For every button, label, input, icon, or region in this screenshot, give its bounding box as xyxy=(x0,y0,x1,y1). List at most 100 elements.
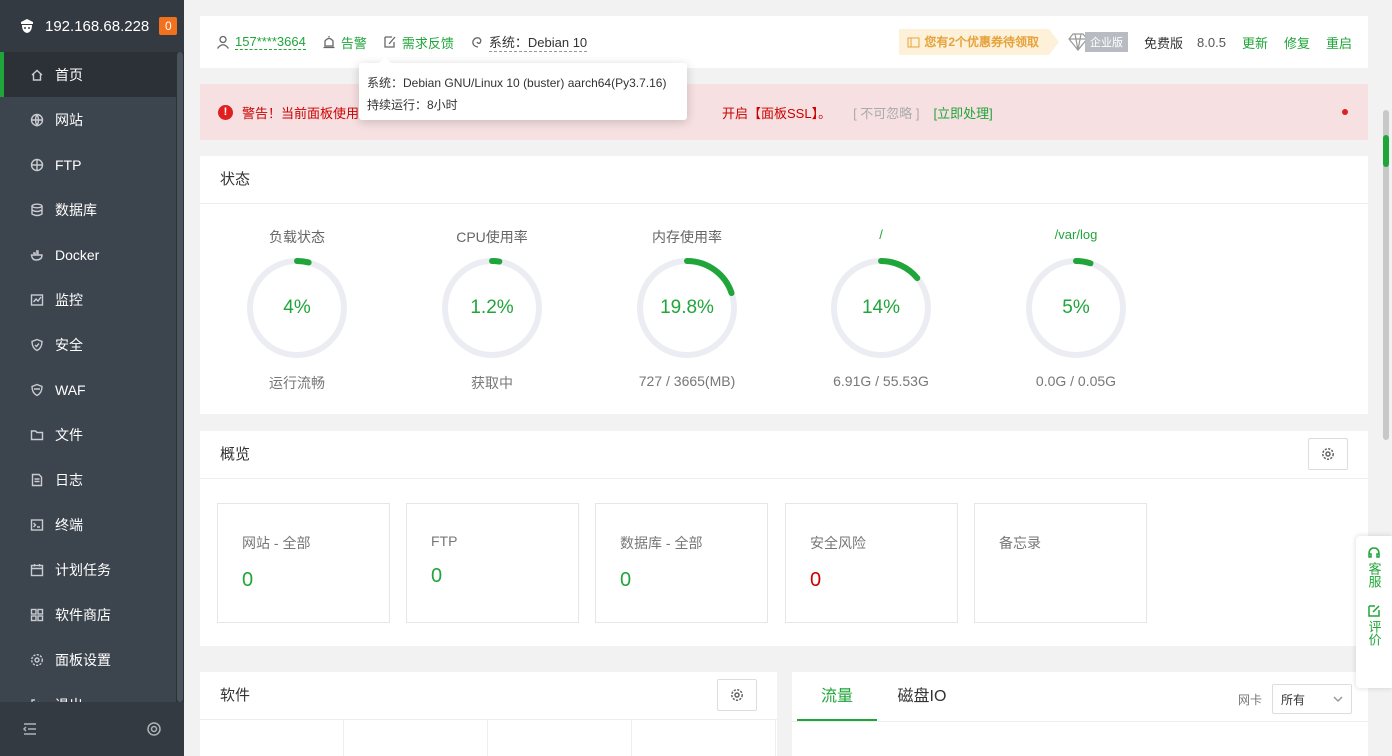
sidebar-item-label: 网站 xyxy=(55,111,83,128)
sidebar-item-label: 监控 xyxy=(55,291,83,308)
card-value: 0 xyxy=(431,565,443,587)
coupon-banner[interactable]: 您有2个优惠券待领取 xyxy=(899,29,1059,55)
gauge-label: /var/log xyxy=(1054,227,1098,242)
sidebar-item-label: 首页 xyxy=(55,66,83,83)
sidebar-item-label: 日志 xyxy=(55,471,83,488)
card-value: 0 xyxy=(810,569,822,591)
sidebar-item-label: 数据库 xyxy=(55,201,97,218)
sidebar-header: 192.168.68.228 0 xyxy=(0,0,184,52)
sidebar-item-14[interactable]: 退出 xyxy=(0,682,176,702)
sidebar-item-label: 安全 xyxy=(55,336,83,353)
card-value: 0 xyxy=(620,569,632,591)
alarm-link[interactable]: 告警 xyxy=(322,33,367,52)
alert-text-end: 开启【面板SSL】。 xyxy=(722,105,832,121)
system-info-tooltip: 系统：Debian GNU/Linux 10 (buster) aarch64(… xyxy=(359,57,687,120)
nic-select[interactable]: 所有 xyxy=(1272,684,1352,714)
sidebar-item-12[interactable]: 软件商店 xyxy=(0,592,176,637)
globe-icon xyxy=(29,112,45,128)
overview-card-1[interactable]: FTP 0 xyxy=(406,503,579,623)
gauge-ring[interactable]: 14% xyxy=(826,253,936,363)
update-button[interactable]: 更新 xyxy=(1242,33,1268,52)
calendar-icon xyxy=(29,562,45,578)
server-ip: 192.168.68.228 xyxy=(45,17,150,35)
sidebar-footer xyxy=(0,702,184,756)
sidebar-scrollbar[interactable] xyxy=(176,52,184,702)
sidebar-item-0[interactable]: 首页 xyxy=(0,52,176,97)
gauge-label: 内存使用率 xyxy=(652,229,722,245)
sidebar-item-label: 退出 xyxy=(55,695,83,703)
docker-icon xyxy=(29,247,45,263)
software-settings-button[interactable] xyxy=(717,679,757,711)
log-document-icon xyxy=(29,472,45,488)
card-title: 安全风险 xyxy=(810,535,866,551)
sidebar-item-1[interactable]: 网站 xyxy=(0,97,176,142)
terminal-icon xyxy=(29,517,45,533)
message-count-badge[interactable]: 0 xyxy=(159,17,178,35)
gauge-4: /var/log 5% 0.0G / 0.05G xyxy=(986,204,1166,389)
sidebar-item-7[interactable]: WAF xyxy=(0,367,176,412)
software-panel: 软件 xyxy=(200,672,777,756)
sidebar-item-4[interactable]: Docker xyxy=(0,232,176,277)
sidebar-item-label: 终端 xyxy=(55,516,83,533)
overview-settings-button[interactable] xyxy=(1308,438,1348,470)
sidebar-item-13[interactable]: 面板设置 xyxy=(0,637,176,682)
sidebar-item-9[interactable]: 日志 xyxy=(0,457,176,502)
user-account-link[interactable]: 157****3664 xyxy=(216,34,306,50)
bell-alarm-icon xyxy=(323,36,335,49)
sidebar-item-2[interactable]: FTP xyxy=(0,142,176,187)
grid-apps-icon xyxy=(29,607,45,623)
chevron-down-icon xyxy=(1333,696,1343,703)
gauge-ring[interactable]: 19.8% xyxy=(632,253,742,363)
gauge-sub: 运行流畅 xyxy=(269,375,325,391)
gauge-value: 1.2% xyxy=(470,297,514,318)
home-icon xyxy=(29,67,45,83)
tooltip-system-line: 系统：Debian GNU/Linux 10 (buster) aarch64(… xyxy=(367,76,667,90)
sidebar-item-3[interactable]: 数据库 xyxy=(0,187,176,232)
overview-card-0[interactable]: 网站 - 全部 0 xyxy=(217,503,390,623)
card-value: 0 xyxy=(242,569,254,591)
main-scrollbar[interactable] xyxy=(1380,0,1392,756)
nic-filter: 网卡 所有 xyxy=(1238,684,1352,714)
sidebar-item-6[interactable]: 安全 xyxy=(0,322,176,367)
sidebar-item-label: 面板设置 xyxy=(55,651,111,668)
collapse-menu-icon[interactable] xyxy=(22,721,38,737)
system-info-link[interactable]: 系统：Debian 10 xyxy=(470,32,588,52)
sidebar-settings-icon[interactable] xyxy=(146,721,162,737)
version-number: 8.0.5 xyxy=(1197,34,1226,50)
gauge-sub: 0.0G / 0.05G xyxy=(1035,373,1117,389)
gauge-ring[interactable]: 4% xyxy=(242,253,352,363)
warning-icon: ! xyxy=(218,104,233,120)
monitor-chart-icon xyxy=(29,292,45,308)
repair-button[interactable]: 修复 xyxy=(1284,33,1310,52)
restart-button[interactable]: 重启 xyxy=(1326,33,1352,52)
overview-card-2[interactable]: 数据库 - 全部 0 xyxy=(595,503,768,623)
tab-disk-io[interactable]: 磁盘IO xyxy=(882,672,962,721)
alert-text-start: 警告！当前面板使用 xyxy=(242,105,360,121)
feedback-link[interactable]: 需求反馈 xyxy=(383,33,454,52)
panel-logo-icon xyxy=(21,19,33,33)
sidebar-item-label: 计划任务 xyxy=(55,561,111,578)
gauge-ring[interactable]: 5% xyxy=(1021,253,1131,363)
enterprise-edition-badge[interactable]: 企业版 xyxy=(1067,32,1129,52)
software-panel-title: 软件 xyxy=(200,672,777,720)
sidebar-item-5[interactable]: 监控 xyxy=(0,277,176,322)
edit-feedback-icon xyxy=(384,36,396,48)
card-title: 备忘录 xyxy=(999,535,1041,551)
shield-icon xyxy=(29,337,45,353)
handle-now-link[interactable]: [立即处理] xyxy=(934,103,993,122)
gauge-value: 19.8% xyxy=(660,297,714,318)
overview-card-4[interactable]: 备忘录 xyxy=(974,503,1147,623)
software-grid xyxy=(200,720,777,756)
sidebar-item-10[interactable]: 终端 xyxy=(0,502,176,547)
tab-traffic[interactable]: 流量 xyxy=(797,672,877,721)
sidebar-item-label: 文件 xyxy=(55,426,83,443)
sidebar-item-8[interactable]: 文件 xyxy=(0,412,176,457)
sidebar-item-label: FTP xyxy=(55,156,82,173)
status-panel: 状态 负载状态 4% 运行流畅 CPU使用率 1.2% 获取中 内存使用率 19.8% 727 … xyxy=(200,156,1368,414)
tooltip-uptime-line: 持续运行：8小时 xyxy=(367,98,458,112)
sidebar-item-label: WAF xyxy=(55,381,86,398)
sidebar-item-11[interactable]: 计划任务 xyxy=(0,547,176,592)
overview-card-3[interactable]: 安全风险 0 xyxy=(785,503,958,623)
gauge-ring[interactable]: 1.2% xyxy=(437,253,547,363)
card-title: FTP xyxy=(431,533,458,549)
